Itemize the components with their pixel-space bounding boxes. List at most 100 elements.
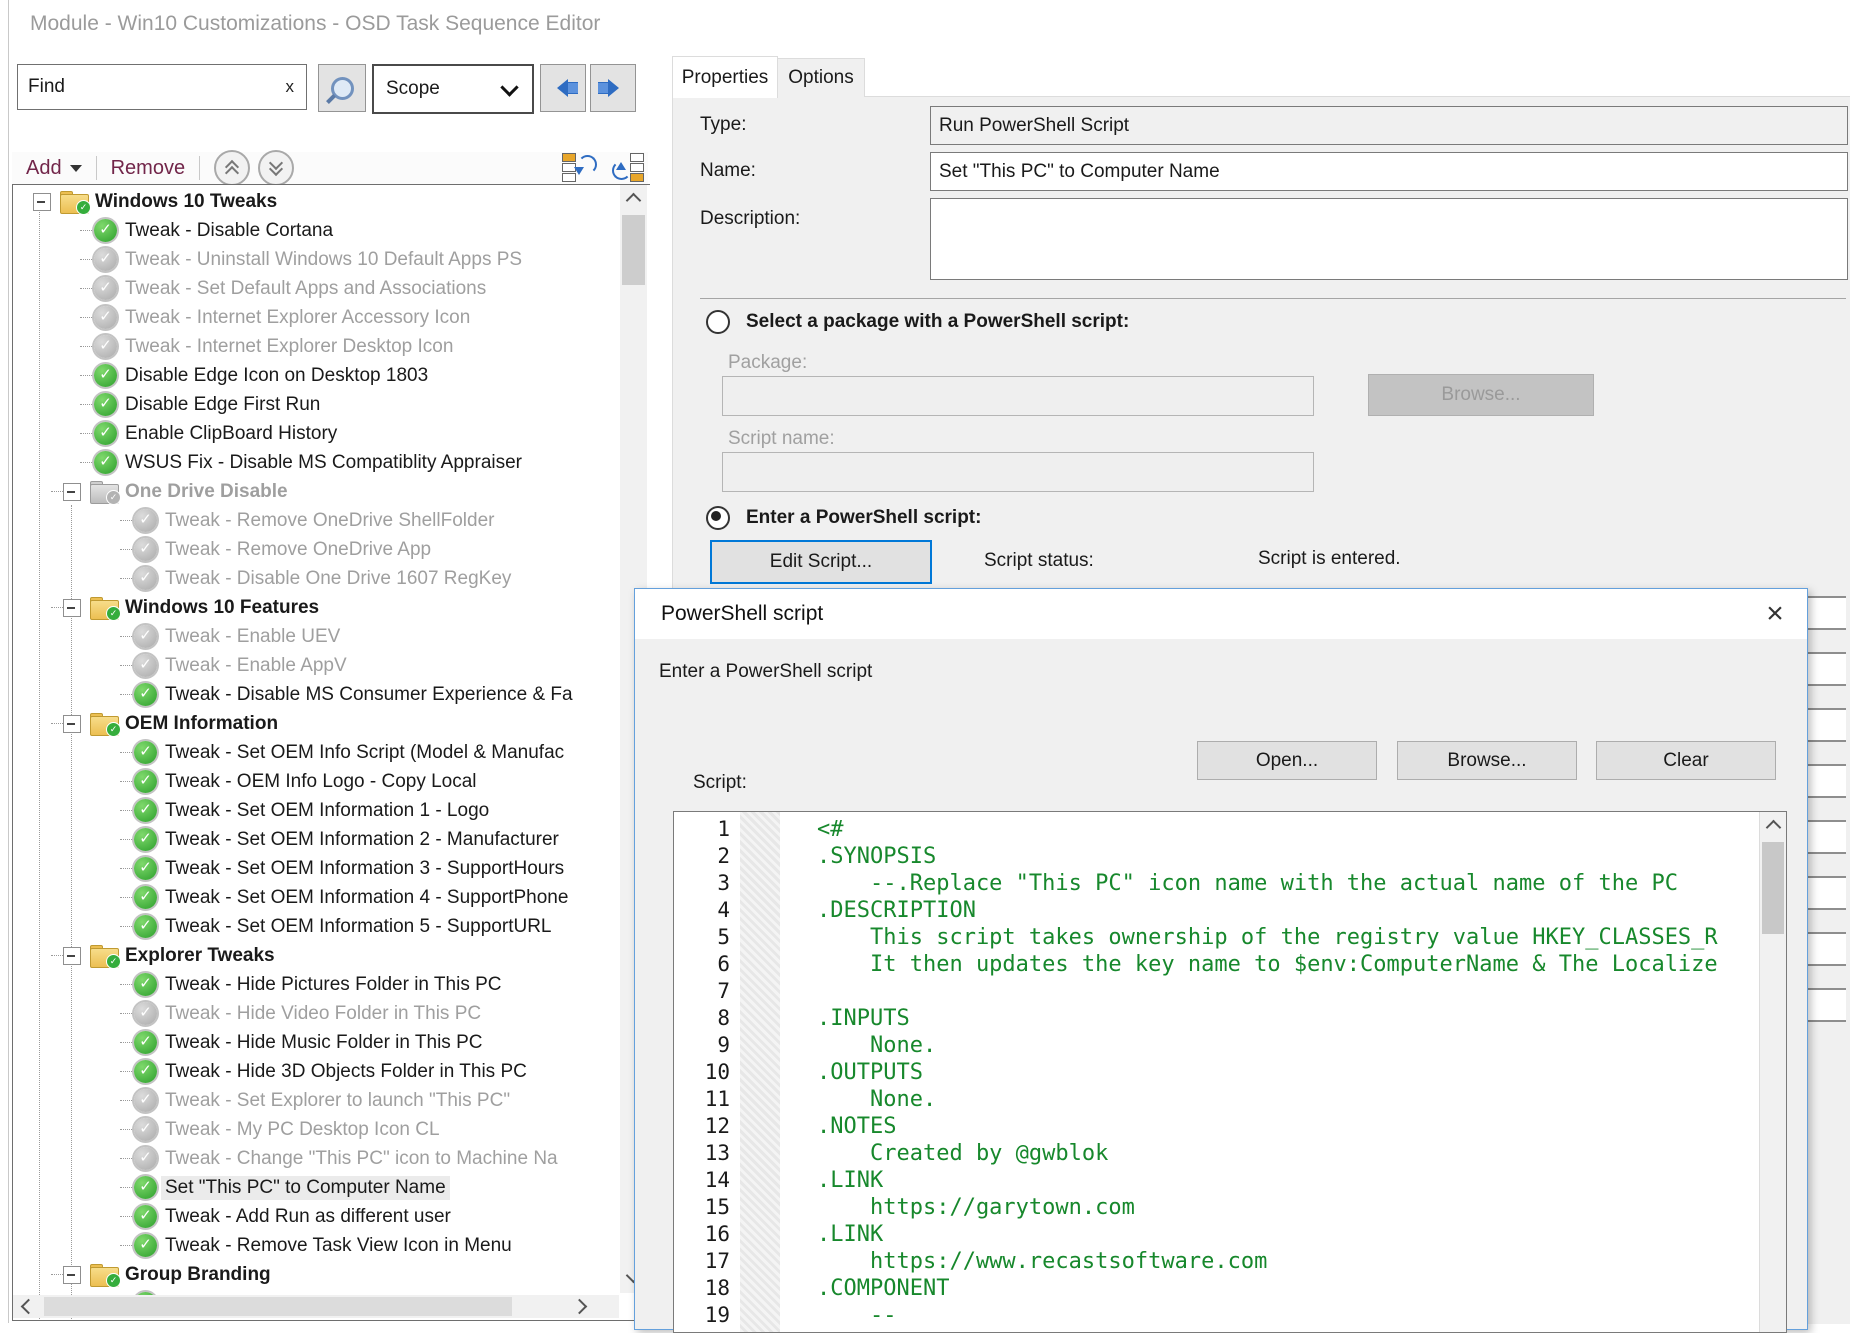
collapse-icon[interactable] bbox=[63, 715, 81, 733]
tree-group-row[interactable]: ✓Windows 10 Tweaks bbox=[13, 187, 619, 216]
collapse-all-button[interactable] bbox=[562, 151, 596, 185]
step-enabled-icon: ✓ bbox=[134, 1176, 157, 1199]
find-clear-icon[interactable]: x bbox=[286, 77, 295, 97]
tree-item-row[interactable]: ✓Set "This PC" to Computer Name bbox=[13, 1173, 619, 1202]
tree-group-row[interactable]: ✓Group Branding bbox=[13, 1260, 619, 1289]
step-enabled-icon: ✓ bbox=[134, 683, 157, 706]
tree-item-row[interactable]: ✓Tweak - Internet Explorer Accessory Ico… bbox=[13, 303, 619, 332]
folder-icon: ✓ bbox=[90, 481, 117, 502]
clear-button[interactable]: Clear bbox=[1596, 741, 1776, 780]
scroll-up-icon[interactable] bbox=[1766, 820, 1782, 836]
tree-item-row[interactable]: ✓Tweak - Uninstall Windows 10 Default Ap… bbox=[13, 245, 619, 274]
tab-properties[interactable]: Properties bbox=[672, 56, 778, 98]
line-number: 10 bbox=[674, 1059, 730, 1086]
tree-item-row[interactable]: ✓Tweak - Internet Explorer Desktop Icon bbox=[13, 332, 619, 361]
scrollbar-thumb[interactable] bbox=[44, 1297, 512, 1316]
remove-button[interactable]: Remove bbox=[111, 157, 185, 180]
collapse-icon[interactable] bbox=[63, 483, 81, 501]
tree-connector bbox=[120, 1216, 134, 1217]
collapse-icon[interactable] bbox=[33, 193, 51, 211]
line-number: 2 bbox=[674, 843, 730, 870]
tree-item-row[interactable]: ✓Tweak - Enable UEV bbox=[13, 622, 619, 651]
step-enabled-icon: ✓ bbox=[134, 828, 157, 851]
tree-item-row[interactable]: ✓WSUS Fix - Disable MS Compatiblity Appr… bbox=[13, 448, 619, 477]
name-field[interactable]: Set "This PC" to Computer Name bbox=[930, 152, 1848, 191]
script-name-field bbox=[722, 452, 1314, 492]
tree-item-row[interactable]: ✓Tweak - Set Explorer to launch "This PC… bbox=[13, 1086, 619, 1115]
tree-connector bbox=[120, 926, 134, 927]
description-field[interactable] bbox=[930, 198, 1848, 280]
tree-item-label: Tweak - Set Explorer to launch "This PC" bbox=[165, 1090, 510, 1112]
tree-item-row[interactable]: ✓Tweak - Change "This PC" icon to Machin… bbox=[13, 1144, 619, 1173]
tree-item-row[interactable]: ✓Tweak - Hide 3D Objects Folder in This … bbox=[13, 1057, 619, 1086]
step-enabled-icon: ✓ bbox=[134, 741, 157, 764]
tree-item-row[interactable]: ✓Enable ClipBoard History bbox=[13, 419, 619, 448]
tree-item-row[interactable]: ✓Tweak - Set OEM Information 4 - Support… bbox=[13, 883, 619, 912]
collapse-icon[interactable] bbox=[63, 1266, 81, 1284]
tree-item-row[interactable]: ✓Tweak - Set Default Apps and Associatio… bbox=[13, 274, 619, 303]
move-up-button[interactable] bbox=[214, 150, 250, 186]
tree-group-row[interactable]: ✓One Drive Disable bbox=[13, 477, 619, 506]
expand-all-button[interactable] bbox=[610, 151, 644, 185]
enter-script-radio[interactable]: Enter a PowerShell script: bbox=[706, 506, 981, 530]
tree-item-row[interactable]: ✓Disable Edge First Run bbox=[13, 390, 619, 419]
scrollbar-thumb[interactable] bbox=[1762, 842, 1784, 934]
tree-item-row[interactable]: ✓Tweak - Set OEM Information 2 - Manufac… bbox=[13, 825, 619, 854]
scroll-up-icon[interactable] bbox=[626, 193, 642, 209]
tree-group-row[interactable]: ✓OEM Information bbox=[13, 709, 619, 738]
find-input[interactable]: Find x bbox=[17, 64, 307, 110]
add-button[interactable]: Add bbox=[26, 157, 82, 180]
step-enabled-icon: ✓ bbox=[134, 886, 157, 909]
type-field[interactable]: Run PowerShell Script bbox=[930, 106, 1848, 145]
tree-item-row[interactable]: ✓Tweak - Set OEM Information 3 - Support… bbox=[13, 854, 619, 883]
scroll-right-icon[interactable] bbox=[572, 1299, 588, 1315]
tree-item-row[interactable]: ✓Tweak - Set OEM Information 5 - Support… bbox=[13, 912, 619, 941]
tree-item-row[interactable]: ✓Tweak - Set OEM Info Script (Model & Ma… bbox=[13, 738, 619, 767]
tree-item-row[interactable]: ✓Tweak - Remove Task View Icon in Menu bbox=[13, 1231, 619, 1260]
tree-item-row[interactable]: ✓Tweak - Disable MS Consumer Experience … bbox=[13, 680, 619, 709]
collapse-icon[interactable] bbox=[63, 599, 81, 617]
tree-item-row[interactable]: ✓Tweak - Add Run as different user bbox=[13, 1202, 619, 1231]
step-disabled-icon: ✓ bbox=[134, 538, 157, 561]
open-button[interactable]: Open... bbox=[1197, 741, 1377, 780]
edit-script-button[interactable]: Edit Script... bbox=[710, 540, 932, 584]
dialog-titlebar[interactable]: PowerShell script × bbox=[635, 589, 1807, 639]
tab-options[interactable]: Options bbox=[777, 58, 865, 97]
line-number: 11 bbox=[674, 1086, 730, 1113]
tree-group-row[interactable]: ✓Windows 10 Features bbox=[13, 593, 619, 622]
script-line: 3 --.Replace "This PC" icon name with th… bbox=[674, 870, 1754, 897]
tree-item-row[interactable]: ✓Tweak - Enable AppV bbox=[13, 651, 619, 680]
scrollbar-thumb[interactable] bbox=[622, 215, 645, 285]
tree-group-row[interactable]: ✓Explorer Tweaks bbox=[13, 941, 619, 970]
search-button[interactable] bbox=[318, 64, 366, 112]
tree-item-row[interactable]: ✓Tweak - Hide Pictures Folder in This PC bbox=[13, 970, 619, 999]
tree-item-row[interactable]: ✓Tweak - My PC Desktop Icon CL bbox=[13, 1115, 619, 1144]
tree-item-row[interactable]: ✓Tweak - Hide Music Folder in This PC bbox=[13, 1028, 619, 1057]
script-status-label: Script status: bbox=[984, 550, 1094, 572]
tree-item-row[interactable]: ✓Tweak - Set OEM Information 1 - Logo bbox=[13, 796, 619, 825]
select-package-radio[interactable]: Select a package with a PowerShell scrip… bbox=[706, 310, 1129, 334]
tree-group-label: Group Branding bbox=[125, 1264, 271, 1286]
script-vertical-scrollbar[interactable] bbox=[1759, 812, 1786, 1332]
collapse-icon[interactable] bbox=[63, 947, 81, 965]
line-number: 16 bbox=[674, 1221, 730, 1248]
tree-horizontal-scrollbar[interactable] bbox=[13, 1295, 619, 1318]
tree-item-row[interactable]: ✓Tweak - OEM Info Logo - Copy Local bbox=[13, 767, 619, 796]
scope-dropdown[interactable]: Scope bbox=[372, 64, 534, 114]
tree-item-row[interactable]: ✓Tweak - Disable Cortana bbox=[13, 216, 619, 245]
scroll-left-icon[interactable] bbox=[21, 1299, 37, 1315]
browse-button[interactable]: Browse... bbox=[1397, 741, 1577, 780]
step-disabled-icon: ✓ bbox=[134, 625, 157, 648]
tree-item-row[interactable]: ✓Disable Edge Icon on Desktop 1803 bbox=[13, 361, 619, 390]
tree-item-row[interactable]: ✓Tweak - Hide Video Folder in This PC bbox=[13, 999, 619, 1028]
find-previous-button[interactable] bbox=[540, 64, 586, 112]
tree-item-row[interactable]: ✓Tweak - Disable One Drive 1607 RegKey bbox=[13, 564, 619, 593]
step-disabled-icon: ✓ bbox=[134, 654, 157, 677]
code-text: None. bbox=[817, 1086, 936, 1113]
tree-item-row[interactable]: ✓Tweak - Remove OneDrive App bbox=[13, 535, 619, 564]
find-next-button[interactable] bbox=[590, 64, 636, 112]
tree-item-row[interactable]: ✓Tweak - Remove OneDrive ShellFolder bbox=[13, 506, 619, 535]
script-editor[interactable]: 1<#2.SYNOPSIS3 --.Replace "This PC" icon… bbox=[673, 811, 1787, 1333]
close-icon[interactable]: × bbox=[1753, 593, 1797, 635]
move-down-button[interactable] bbox=[258, 150, 294, 186]
